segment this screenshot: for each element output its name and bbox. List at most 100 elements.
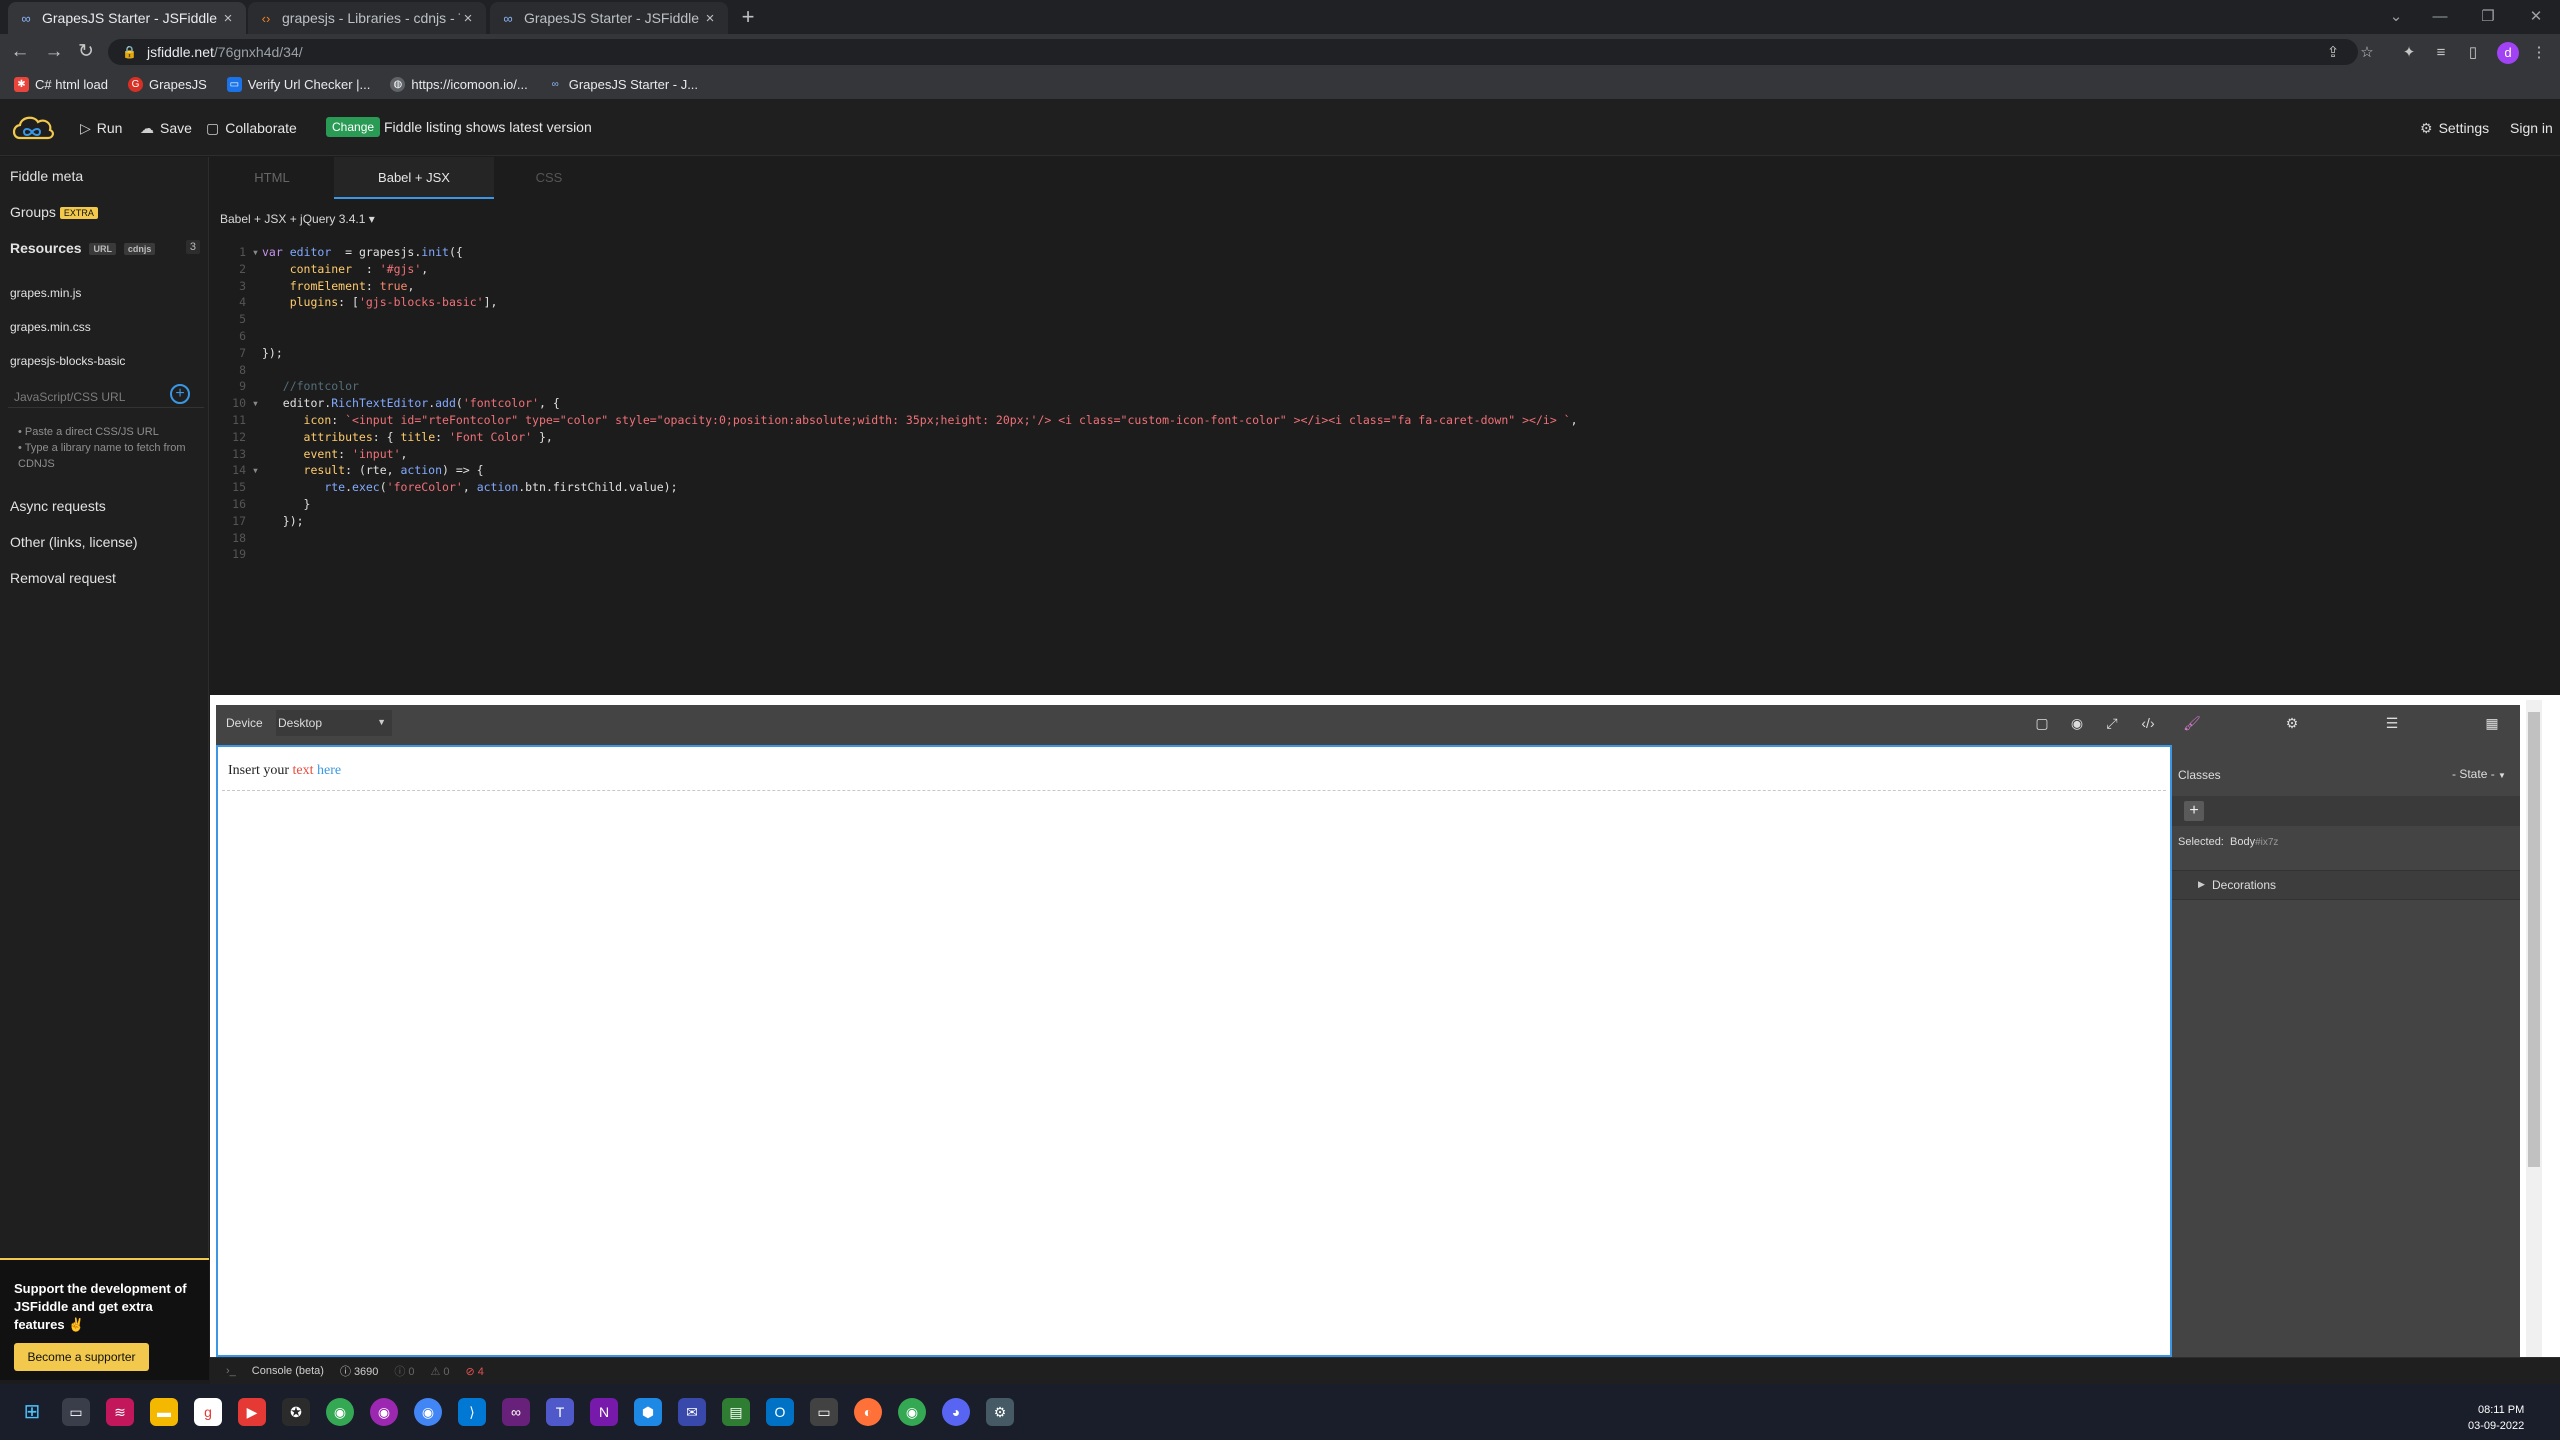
minimize-icon[interactable]: — — [2420, 4, 2460, 30]
gjs-canvas[interactable] — [216, 745, 2172, 1357]
file-explorer-icon[interactable]: ▬ — [150, 1398, 178, 1426]
settings-gear-icon[interactable]: ⚙ — [2280, 712, 2304, 734]
tab-css[interactable]: CSS — [494, 157, 604, 199]
app-icon[interactable]: ≋ — [106, 1398, 134, 1426]
browser-tab-3[interactable]: ∞ GrapesJS Starter - JSFiddle - Code × — [490, 2, 728, 34]
resource-hint: • Type a library name to fetch from CDNJ… — [18, 442, 186, 470]
bookmark-icon: G — [127, 77, 143, 92]
become-supporter-button[interactable]: Become a supporter — [14, 1343, 149, 1371]
change-button[interactable]: Change — [326, 117, 381, 137]
selected-component: Selected: Body#ix7z — [2178, 836, 2278, 848]
caret-down-icon: ▼ — [377, 717, 386, 727]
browser-tab-1[interactable]: ∞ GrapesJS Starter - JSFiddle - Code × — [8, 2, 246, 34]
tab-babel-jsx[interactable]: Babel + JSX — [334, 157, 494, 199]
save-button[interactable]: ☁ Save — [140, 116, 192, 140]
globe-icon: ◍ — [390, 77, 406, 92]
bookmark-star-icon[interactable]: ☆ — [2356, 42, 2378, 64]
address-bar[interactable]: 🔒 jsfiddle.net/76gnxh4d/34/ — [108, 39, 2358, 65]
app-icon[interactable]: ▤ — [722, 1398, 750, 1426]
app-g-icon[interactable]: g — [194, 1398, 222, 1426]
device-value: Desktop — [278, 716, 323, 730]
firefox-icon[interactable]: ◐ — [854, 1398, 882, 1426]
layer-manager-icon[interactable]: ☰ — [2380, 712, 2404, 734]
code-view-icon[interactable]: ‹/› — [2136, 712, 2160, 734]
menu-icon[interactable]: ⋮ — [2528, 42, 2550, 64]
extensions-icon[interactable]: ✦ — [2398, 42, 2420, 64]
signin-link[interactable]: Sign in — [2510, 116, 2553, 140]
bookmark-item[interactable]: ✱ C# html load — [14, 77, 108, 92]
chrome-icon[interactable]: ◉ — [898, 1398, 926, 1426]
chrome-profile-icon[interactable]: ◉ — [414, 1398, 442, 1426]
bookmark-item[interactable]: ◍ https://icomoon.io/... — [390, 77, 528, 92]
jsfiddle-logo-icon[interactable] — [10, 112, 56, 144]
add-resource-icon[interactable]: + — [170, 384, 190, 404]
reload-icon[interactable]: ↻ — [74, 40, 98, 64]
back-icon[interactable]: ← — [8, 40, 32, 64]
log-count: 0 — [408, 1366, 415, 1378]
profile-avatar[interactable]: d — [2497, 42, 2519, 64]
add-class-button[interactable]: + — [2184, 801, 2204, 821]
scrollbar-thumb[interactable] — [2528, 712, 2540, 1167]
task-view-icon[interactable]: ▭ — [62, 1398, 90, 1426]
discord-icon[interactable]: ◕ — [942, 1398, 970, 1426]
sidebar-item-groups[interactable]: Groups EXTRA — [10, 204, 98, 220]
settings-icon[interactable]: ⚙ — [986, 1398, 1014, 1426]
run-button[interactable]: ▷ Run — [80, 116, 122, 140]
preview-eye-icon[interactable]: ◉ — [2065, 712, 2089, 734]
resource-item[interactable]: grapes.min.js — [10, 286, 81, 300]
restore-icon[interactable]: ❐ — [2468, 4, 2508, 30]
state-select[interactable]: - State - ▼ — [2444, 762, 2514, 786]
device-select[interactable]: Desktop ▼ — [276, 710, 392, 736]
sidebar-item-resources[interactable]: Resources URL cdnjs 3 — [10, 240, 200, 256]
app-icon[interactable]: ✪ — [282, 1398, 310, 1426]
code-editor[interactable]: 1 ▾ var editor = grapesjs.init({ 2 contain… — [210, 244, 1577, 563]
close-icon[interactable]: × — [220, 10, 236, 27]
onenote-icon[interactable]: N — [590, 1398, 618, 1426]
close-icon[interactable]: × — [460, 10, 476, 27]
media-icon[interactable]: ≡ — [2430, 42, 2452, 64]
side-panel-icon[interactable]: ▯ — [2462, 42, 2484, 64]
vscode-icon[interactable]: ⟩ — [458, 1398, 486, 1426]
console-bar[interactable]: ›_ Console (beta) ⓘ 3690 ⓘ 0 ⚠ 0 ⊘ 4 — [210, 1357, 2560, 1384]
fullscreen-icon[interactable]: ⤢ — [2100, 712, 2124, 734]
console-log: ⓘ 0 — [394, 1363, 414, 1379]
app-icon[interactable]: ⬢ — [634, 1398, 662, 1426]
sidebar-item-removal[interactable]: Removal request — [10, 570, 116, 586]
window-close-icon[interactable]: ✕ — [2516, 4, 2556, 30]
sw-visibility-icon[interactable]: ▢ — [2030, 712, 2054, 734]
language-select[interactable]: Babel + JSX + jQuery 3.4.1 ▾ — [220, 212, 375, 226]
browser-tab-2[interactable]: ‹› grapesjs - Libraries - cdnjs - The × — [248, 2, 486, 34]
bookmark-item[interactable]: G GrapesJS — [127, 77, 207, 92]
blocks-grid-icon[interactable]: ▦ — [2480, 712, 2504, 734]
share-icon[interactable]: ⇪ — [2322, 42, 2344, 64]
mail-icon[interactable]: ✉ — [678, 1398, 706, 1426]
new-tab-button[interactable]: + — [736, 5, 760, 29]
chrome-icon[interactable]: ◉ — [326, 1398, 354, 1426]
canvas-text-red: text — [292, 763, 314, 778]
resource-item[interactable]: grapesjs-blocks-basic — [10, 354, 125, 368]
windows-start-icon[interactable]: ⊞ — [18, 1398, 46, 1426]
bookmark-item[interactable]: ▭ Verify Url Checker |... — [226, 77, 370, 92]
forward-icon[interactable]: → — [42, 40, 66, 64]
youtube-icon[interactable]: ▶ — [238, 1398, 266, 1426]
sidebar-item-other[interactable]: Other (links, license) — [10, 534, 138, 550]
teams-icon[interactable]: T — [546, 1398, 574, 1426]
hint-text: Type a library name to fetch from CDNJS — [18, 442, 186, 470]
canvas-text[interactable]: Insert your text here — [228, 763, 341, 779]
close-icon[interactable]: × — [702, 10, 718, 27]
tab-html[interactable]: HTML — [210, 157, 334, 199]
collaborate-button[interactable]: ▢ Collaborate — [206, 116, 297, 140]
settings-button[interactable]: ⚙ Settings — [2420, 116, 2489, 140]
bookmark-item[interactable]: ∞ GrapesJS Starter - J... — [548, 77, 698, 92]
sidebar-item-async[interactable]: Async requests — [10, 498, 106, 514]
tab-search-icon[interactable]: ⌄ — [2376, 4, 2416, 30]
outlook-icon[interactable]: O — [766, 1398, 794, 1426]
style-manager-brush-icon[interactable]: 🖌 — [2180, 712, 2204, 734]
info-count: 3690 — [353, 1366, 379, 1378]
system-clock[interactable]: 08:11 PM 03-09-2022 — [2468, 1402, 2524, 1434]
resource-item[interactable]: grapes.min.css — [10, 320, 91, 334]
terminal-icon[interactable]: ▭ — [810, 1398, 838, 1426]
chrome-profile-icon[interactable]: ◉ — [370, 1398, 398, 1426]
visual-studio-icon[interactable]: ∞ — [502, 1398, 530, 1426]
sidebar-item-fiddle-meta[interactable]: Fiddle meta — [10, 168, 83, 184]
